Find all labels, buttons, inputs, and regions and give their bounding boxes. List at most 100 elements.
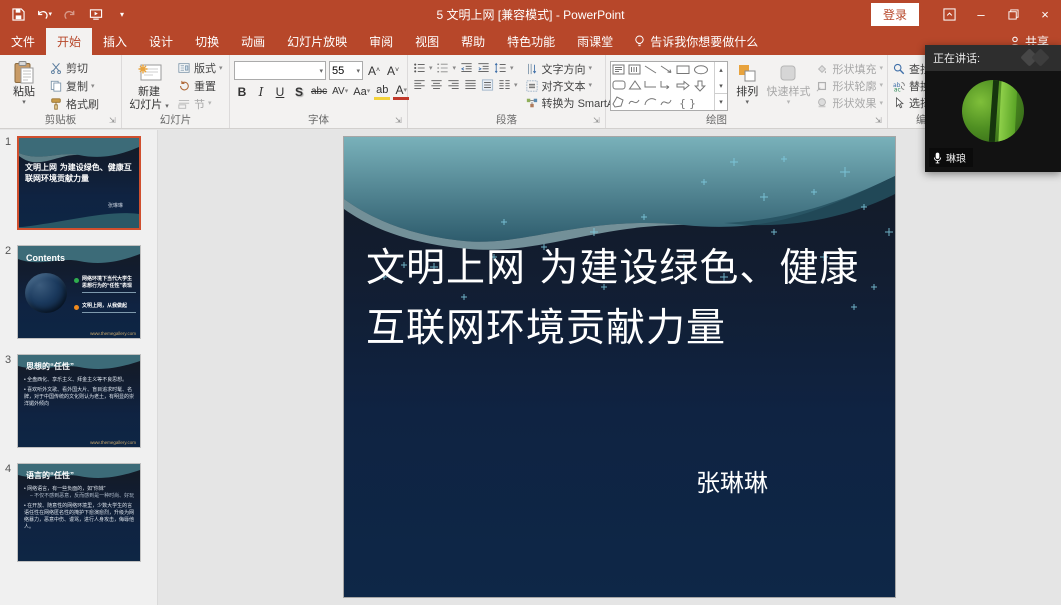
slide-number: 1	[5, 136, 11, 148]
lightbulb-icon	[634, 35, 645, 48]
sign-in-button[interactable]: 登录	[871, 3, 919, 26]
shapes-scroll-down-icon[interactable]: ▾	[715, 78, 727, 94]
paste-button[interactable]: 粘贴 ▾	[4, 58, 44, 112]
start-slideshow-button[interactable]	[88, 6, 104, 22]
slide-thumbnail-1[interactable]: 文明上网 为建设绿色、健康互联网环境贡献力量 张琳琳	[17, 136, 141, 230]
slide-author-text[interactable]: 张琳琳	[696, 463, 768, 498]
font-dialog-launcher[interactable]: ⇲	[395, 117, 404, 126]
tab-help[interactable]: 帮助	[450, 28, 496, 55]
new-slide-label-1: 新建	[138, 86, 160, 99]
bullets-button[interactable]	[412, 61, 426, 75]
close-button[interactable]: ×	[1029, 0, 1061, 28]
tab-special-features[interactable]: 特色功能	[496, 28, 566, 55]
change-case-button[interactable]: Aa▾	[352, 83, 371, 100]
columns-button[interactable]	[497, 78, 511, 92]
shape-effects-button[interactable]: 形状效果▾	[815, 95, 883, 112]
decrease-font-size-button[interactable]: A˅	[385, 62, 401, 79]
line-spacing-button[interactable]	[493, 61, 507, 75]
quick-access-toolbar: ▾ ▾	[0, 6, 130, 22]
tab-transitions[interactable]: 切换	[184, 28, 230, 55]
strikethrough-button[interactable]: abc	[310, 83, 328, 100]
text-direction-label: 文字方向	[542, 61, 586, 77]
svg-text:}: }	[689, 97, 696, 110]
increase-font-size-button[interactable]: A˄	[366, 62, 382, 79]
meeting-header[interactable]: 正在讲话:	[925, 45, 1061, 71]
shapes-more-icon[interactable]: ▾	[715, 93, 727, 110]
new-slide-icon	[136, 60, 162, 86]
shape-outline-button[interactable]: 形状轮廓▾	[815, 77, 883, 94]
decrease-indent-button[interactable]	[459, 61, 473, 75]
meeting-video-area[interactable]: 琳琅	[925, 71, 1061, 172]
text-direction-icon	[525, 62, 539, 76]
slide-thumbnail-4[interactable]: 语言的“任性” • 网络语言，有一些负面的，如“你妹” – 不仅不感到恶意，反而…	[17, 463, 141, 562]
italic-button[interactable]: I	[253, 83, 269, 100]
layout-label: 版式	[194, 60, 216, 76]
font-size-combo[interactable]: ▾	[329, 61, 363, 80]
undo-button[interactable]: ▾	[36, 6, 52, 22]
restore-button[interactable]	[997, 0, 1029, 28]
shape-outline-label: 形状轮廓	[832, 78, 876, 94]
workspace: 1 文明上网 为建设绿色、健康互联网环境贡献力量 张琳琳 2 Contents …	[0, 130, 1061, 605]
bold-button[interactable]: B	[234, 83, 250, 100]
underline-button[interactable]: U	[272, 83, 288, 100]
ribbon-display-options-button[interactable]	[933, 0, 965, 28]
shape-effects-caret-icon: ▾	[879, 100, 883, 107]
numbering-button[interactable]	[436, 61, 450, 75]
align-left-button[interactable]	[412, 78, 426, 92]
copy-label: 复制	[66, 78, 88, 94]
shape-fill-button[interactable]: 形状填充▾	[815, 60, 883, 77]
slide-title-text[interactable]: 文明上网 为建设绿色、健康互联网环境贡献力量	[366, 239, 878, 359]
distribute-button[interactable]	[480, 78, 494, 92]
tab-home[interactable]: 开始	[46, 28, 92, 55]
tab-review[interactable]: 审阅	[358, 28, 404, 55]
shapes-scroll-up-icon[interactable]: ▴	[715, 62, 727, 78]
arrange-button[interactable]: 排列 ▾	[731, 58, 764, 112]
format-painter-button[interactable]: 格式刷	[47, 95, 101, 112]
cut-button[interactable]: 剪切	[47, 60, 101, 77]
shape-fill-label: 形状填充	[832, 61, 876, 77]
minimize-button[interactable]: –	[965, 0, 997, 28]
highlight-color-button[interactable]: ab	[374, 83, 390, 100]
font-name-combo[interactable]: ▾	[234, 61, 326, 80]
clipboard-dialog-launcher[interactable]: ⇲	[109, 117, 118, 126]
character-spacing-button[interactable]: AV▾	[331, 83, 349, 100]
font-name-input[interactable]	[237, 65, 319, 77]
thumb2-item-2: 文明上网，从我做起	[74, 303, 136, 313]
select-icon	[892, 96, 906, 110]
copy-button[interactable]: 复制▾	[47, 78, 101, 95]
save-button[interactable]	[10, 6, 26, 22]
customize-qat-button[interactable]: ▾	[114, 6, 130, 22]
svg-text:{: {	[679, 97, 686, 110]
tab-insert[interactable]: 插入	[92, 28, 138, 55]
shapes-gallery-scrollbar[interactable]: ▴ ▾ ▾	[714, 62, 727, 110]
ribbon-tab-bar: 文件 开始 插入 设计 切换 动画 幻灯片放映 审阅 视图 帮助 特色功能 雨课…	[0, 28, 1061, 55]
drawing-dialog-launcher[interactable]: ⇲	[875, 117, 884, 126]
tab-design[interactable]: 设计	[138, 28, 184, 55]
align-right-button[interactable]	[446, 78, 460, 92]
section-icon	[177, 97, 191, 111]
tab-slideshow[interactable]: 幻灯片放映	[276, 28, 358, 55]
font-color-button[interactable]: A▾	[393, 83, 409, 100]
green-dot-icon	[74, 278, 79, 283]
slide-thumbnail-3[interactable]: 思想的“任性” • 全盘西化、享乐主义、拜金主义等不良思想。 • 喜欢听外文歌、…	[17, 354, 141, 448]
slide-thumbnail-2[interactable]: Contents 网络环境下当代大学生思想行为的“任性”表现 文明上网，从我做起…	[17, 245, 141, 339]
new-slide-button[interactable]: 新建 幻灯片 ▾	[126, 58, 172, 112]
tab-view[interactable]: 视图	[404, 28, 450, 55]
increase-indent-button[interactable]	[476, 61, 490, 75]
current-slide[interactable]: 文明上网 为建设绿色、健康互联网环境贡献力量 张琳琳	[343, 136, 896, 598]
reset-button[interactable]: 重置	[175, 78, 225, 95]
quick-styles-button[interactable]: 快速样式 ▾	[767, 58, 811, 112]
shapes-gallery[interactable]: { } ▴ ▾ ▾	[610, 61, 728, 111]
section-button[interactable]: 节▾	[175, 95, 225, 112]
font-size-input[interactable]	[332, 65, 356, 77]
tab-animations[interactable]: 动画	[230, 28, 276, 55]
text-shadow-button[interactable]: S	[291, 83, 307, 100]
tab-file[interactable]: 文件	[0, 28, 46, 55]
tell-me-box[interactable]: 告诉我你想要做什么	[624, 28, 768, 55]
slide-canvas[interactable]: 文明上网 为建设绿色、健康互联网环境贡献力量 张琳琳	[158, 130, 1061, 605]
layout-button[interactable]: 版式▾	[175, 60, 225, 77]
redo-button[interactable]	[62, 6, 78, 22]
tab-rain-classroom[interactable]: 雨课堂	[566, 28, 624, 55]
align-center-button[interactable]	[429, 78, 443, 92]
justify-button[interactable]	[463, 78, 477, 92]
